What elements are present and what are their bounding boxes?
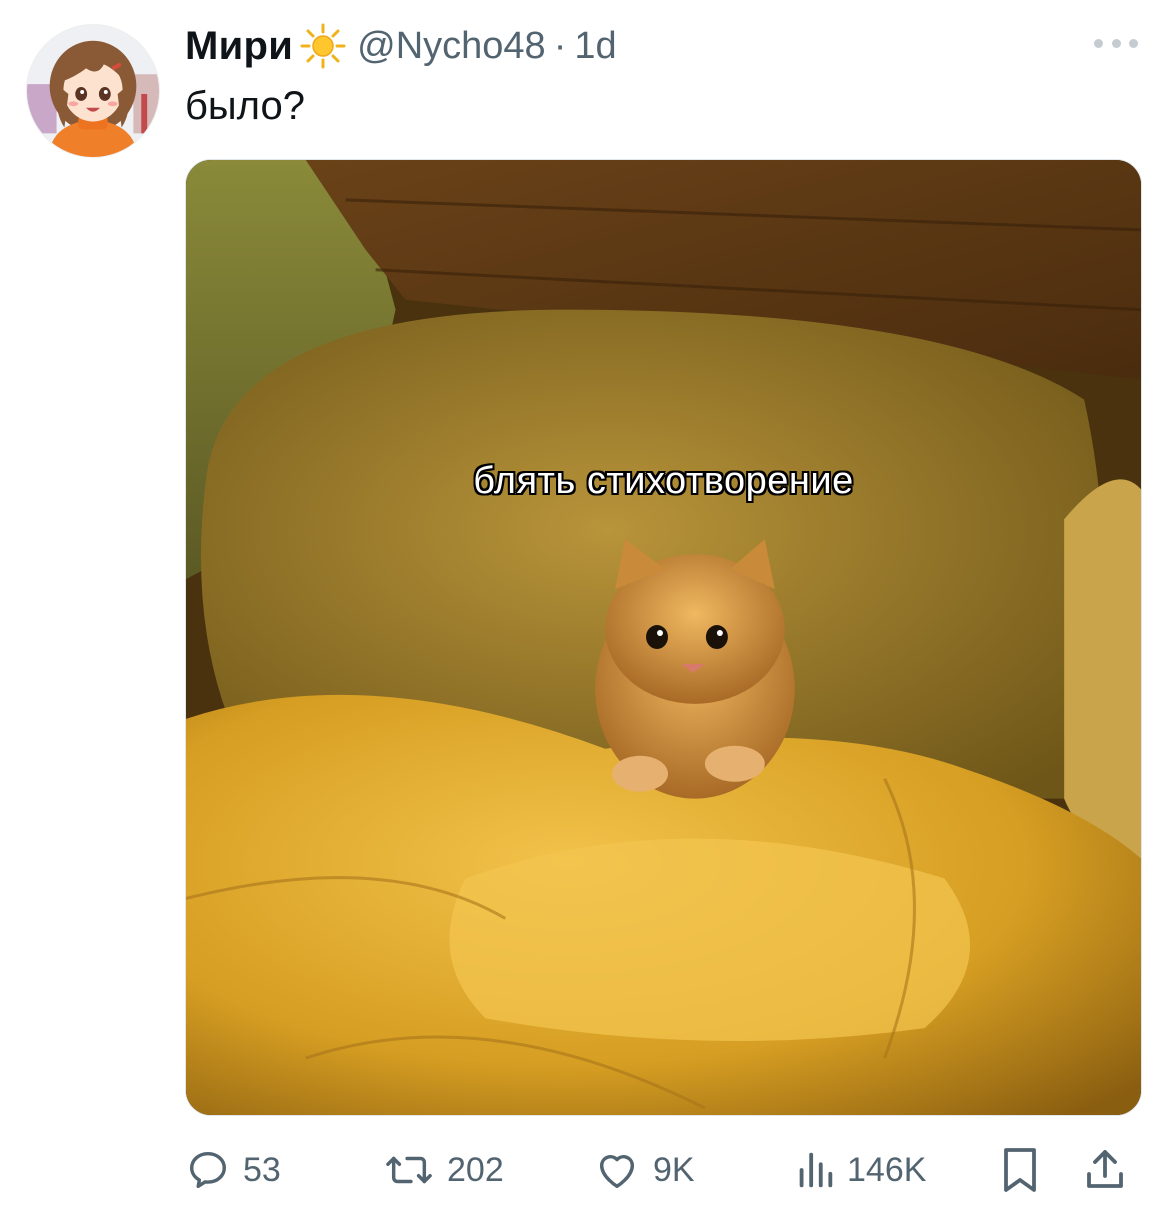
more-horizontal-icon[interactable] xyxy=(1094,28,1138,58)
share-button[interactable] xyxy=(1083,1140,1127,1200)
sun-icon xyxy=(299,22,347,70)
heart-icon xyxy=(599,1155,635,1189)
share-icon xyxy=(1087,1150,1123,1188)
kitten-in-bed-photo xyxy=(186,160,1141,1115)
bookmark-button[interactable] xyxy=(1000,1140,1040,1200)
timestamp[interactable]: 1d xyxy=(574,25,616,68)
avatar[interactable] xyxy=(26,24,160,158)
bookmark-icon xyxy=(1004,1148,1036,1192)
tweet-media-image[interactable]: блять стихотворение xyxy=(185,159,1142,1116)
display-name[interactable]: Мири xyxy=(185,24,293,69)
tweet[interactable]: Мири @Nycho48 · 1d было? блять стихотвор… xyxy=(0,0,1170,1221)
avatar-image xyxy=(27,25,159,157)
meme-caption: блять стихотворение xyxy=(473,460,854,502)
action-bar: 53 202 9K 146K xyxy=(185,1140,1142,1200)
retweet-count: 202 xyxy=(447,1150,504,1189)
reply-count: 53 xyxy=(243,1150,281,1189)
tweet-text: было? xyxy=(185,84,305,128)
reply-button[interactable]: 53 xyxy=(185,1140,281,1200)
tweet-header: Мири @Nycho48 · 1d xyxy=(185,20,617,72)
reply-icon xyxy=(189,1151,227,1189)
like-count: 9K xyxy=(653,1150,695,1189)
user-handle[interactable]: @Nycho48 xyxy=(357,25,546,68)
retweet-icon xyxy=(386,1156,432,1184)
separator-dot: · xyxy=(553,24,567,67)
views-chart-icon xyxy=(799,1152,833,1188)
views-count: 146K xyxy=(847,1150,927,1189)
views-button[interactable]: 146K xyxy=(795,1140,926,1200)
retweet-button[interactable]: 202 xyxy=(383,1140,504,1200)
like-button[interactable]: 9K xyxy=(593,1140,695,1200)
